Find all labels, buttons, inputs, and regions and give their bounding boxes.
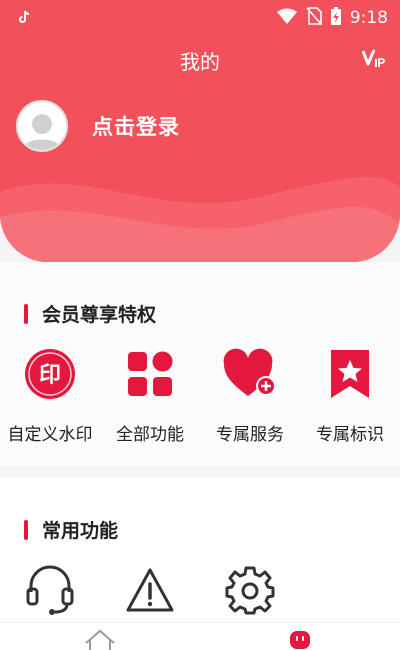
battery-charging-icon [330,6,342,30]
section-title-vip: 会员尊享特权 [24,300,156,327]
settings-icon [220,560,280,620]
vip-item-label: 全部功能 [116,425,184,445]
vip-item-label: 专属服务 [216,425,284,445]
bottom-nav [0,622,400,650]
vip-privileges-card: 会员尊享特权 印 自定义水印 全部功能 专属服务 专属标识 [0,262,400,466]
vip-item-all-features[interactable]: 全部功能 [100,344,200,445]
home-icon [85,629,115,650]
no-sim-icon [306,7,322,29]
page-title: 我的 [180,49,220,74]
profile-face-icon [290,631,310,649]
vip-item-label: 专属标识 [316,425,384,445]
tiktok-icon [18,9,30,28]
vip-item-custom-watermark[interactable]: 印 自定义水印 [0,344,100,445]
section-marker [24,519,28,540]
profile-header: 9:18 我的 点击登录 [0,0,400,262]
wave-decoration [0,176,400,262]
vip-item-exclusive-service[interactable]: 专属服务 [200,344,300,445]
login-area[interactable]: 点击登录 [16,100,180,152]
vip-item-label: 自定义水印 [7,425,93,445]
section-title-text: 常用功能 [42,520,119,542]
section-title-text: 会员尊享特权 [42,304,157,326]
section-title-common: 常用功能 [24,516,118,543]
common-functions-card: 常用功能 [0,478,400,622]
wifi-icon [276,8,298,28]
common-item-settings[interactable] [200,560,300,620]
section-marker [24,303,28,324]
common-grid [0,560,400,620]
nav-home[interactable] [0,623,200,650]
warning-icon [120,560,180,620]
watermark-icon: 印 [20,344,80,404]
login-link[interactable]: 点击登录 [92,111,180,141]
vip-grid: 印 自定义水印 全部功能 专属服务 专属标识 [0,344,400,445]
nav-profile[interactable] [200,623,400,650]
watermark-badge-text: 印 [39,363,61,388]
common-item-support[interactable] [0,560,100,620]
status-time: 9:18 [349,8,388,28]
bookmark-star-icon [320,344,380,404]
common-item-report[interactable] [100,560,200,620]
vip-item-exclusive-badge[interactable]: 专属标识 [300,344,400,445]
headset-icon [20,560,80,620]
heart-plus-icon [220,344,280,404]
avatar[interactable] [16,100,68,152]
status-bar: 9:18 [0,0,400,36]
vip-icon[interactable] [361,48,386,74]
default-avatar-icon [22,114,62,150]
grid-icon [120,344,180,404]
